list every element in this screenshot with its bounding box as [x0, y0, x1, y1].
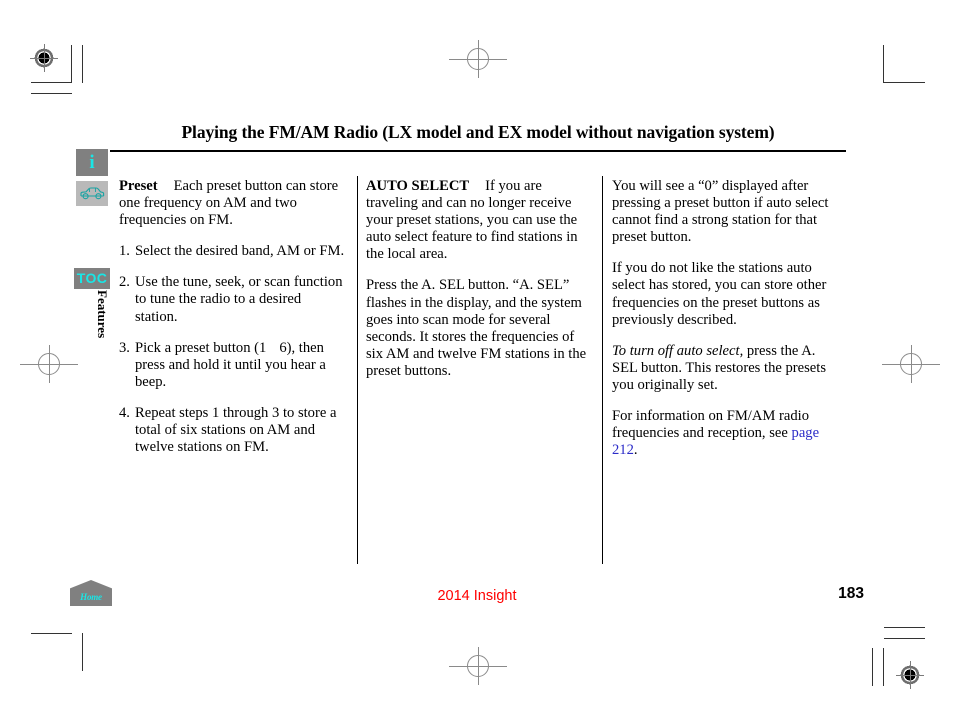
crop-mark-top-left-h2: [31, 93, 72, 94]
page-number: 183: [838, 585, 864, 602]
crop-mark-bottom-right-h2: [884, 627, 925, 628]
crop-mark-top-right-v: [883, 45, 884, 83]
right-paragraph-3: To turn off auto select, press the A. SE…: [612, 343, 844, 394]
crop-mark-top-left-h: [31, 82, 72, 83]
preset-steps-list: 1. Select the desired band, AM or FM. 2. U…: [119, 243, 347, 456]
crop-mark-bottom-right-v: [883, 648, 884, 686]
crop-mark-bottom-right-v2: [872, 648, 873, 686]
step-number: 2.: [119, 274, 130, 291]
list-item: 1. Select the desired band, AM or FM.: [119, 243, 347, 260]
manual-page: Playing the FM/AM Radio (LX model and EX…: [0, 0, 954, 710]
right-paragraph-2: If you do not like the stations auto sel…: [612, 260, 827, 328]
right-paragraph-1: You will see a “0” displayed after press…: [612, 178, 829, 246]
step-text: Pick a preset button (1: [135, 339, 267, 356]
step-text: Select the desired band, AM or FM.: [135, 243, 345, 260]
auto-select-paragraph-2: Press the A. SEL button. “A. SEL” flashe…: [366, 277, 587, 379]
auto-select-lead: AUTO SELECT: [366, 178, 470, 194]
step-number: 3.: [119, 339, 130, 356]
registration-target-top-left: [29, 43, 59, 73]
car-icon[interactable]: [76, 181, 108, 206]
crop-mark-bottom-left: [31, 633, 72, 634]
preset-intro-paragraph: Preset Each preset button can store one f…: [119, 178, 347, 229]
preset-lead: Preset: [119, 178, 158, 194]
right-paragraph-4-text: For information on FM/AM radio frequenci…: [612, 408, 810, 442]
column-left: Preset Each preset button can store one f…: [119, 178, 347, 456]
step-text: Repeat steps 1 through 3 to store a tota…: [135, 404, 337, 456]
crop-mark-top-left-v2: [82, 45, 83, 83]
info-icon[interactable]: i: [76, 149, 108, 176]
page-title: Playing the FM/AM Radio (LX model and EX…: [181, 122, 775, 142]
step-number: 4.: [119, 404, 130, 421]
step-text: Use the tune, seek, or scan function to …: [135, 274, 343, 325]
list-item: 3. Pick a preset button (1 6), then press …: [119, 340, 347, 391]
column-right: You will see a “0” displayed after press…: [612, 178, 844, 459]
crop-mark-bottom-left-v: [82, 633, 83, 671]
crop-mark-bottom-right-h: [884, 638, 925, 639]
title-rule: [110, 150, 846, 152]
crop-mark-top-left-v: [71, 45, 72, 83]
right-paragraph-4: For information on FM/AM radio frequenci…: [612, 408, 844, 459]
list-item: 4. Repeat steps 1 through 3 to store a to…: [119, 405, 347, 456]
model-year-label: 2014 Insight: [437, 588, 517, 604]
section-label-features: Features: [95, 290, 110, 339]
column-middle: AUTO SELECT If you are traveling and can …: [366, 178, 594, 380]
right-paragraph-4-period: .: [633, 442, 638, 459]
turn-off-auto-select-emphasis: To turn off auto select,: [612, 342, 744, 359]
step-number: 1.: [119, 243, 130, 260]
list-item: 2. Use the tune, seek, or scan function t…: [119, 274, 347, 325]
auto-select-intro-paragraph: AUTO SELECT If you are traveling and can …: [366, 178, 594, 263]
crop-mark-top-right: [884, 82, 925, 83]
toc-tab[interactable]: TOC: [74, 268, 110, 289]
registration-target-bottom-right: [895, 660, 925, 690]
column-divider-1: [357, 176, 358, 564]
column-divider-2: [602, 176, 603, 564]
